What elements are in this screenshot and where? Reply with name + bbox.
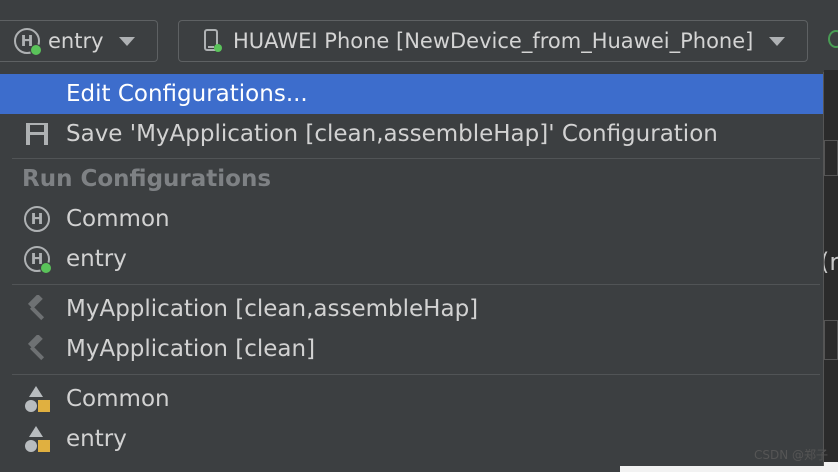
module-item-common[interactable]: Common: [0, 379, 823, 419]
run-status-icon[interactable]: [828, 30, 838, 48]
run-configuration-selector[interactable]: H entry: [0, 20, 158, 62]
menu-item-label: MyApplication [clean]: [66, 336, 316, 362]
menu-item-label: Save 'MyApplication [clean,assembleHap]'…: [66, 121, 718, 147]
device-label: HUAWEI Phone [NewDevice_from_Huawei_Phon…: [233, 29, 754, 53]
harmony-config-icon: H: [14, 28, 42, 56]
configurations-dropdown-menu: Edit Configurations... Save 'MyApplicati…: [0, 72, 824, 466]
watermark: CSDN @郑子: [754, 448, 829, 462]
run-configuration-label: entry: [48, 29, 104, 53]
menu-item-label: Common: [66, 386, 170, 412]
run-configurations-header: Run Configurations: [22, 166, 272, 192]
run-config-item-common[interactable]: H Common: [0, 199, 823, 239]
toolbar: H entry HUAWEI Phone [NewDevice_from_Hua…: [0, 0, 838, 70]
menu-separator: [12, 158, 820, 159]
task-item-clean[interactable]: MyApplication [clean]: [0, 329, 823, 369]
floppy-disk-icon: [22, 119, 52, 149]
module-shapes-icon: [22, 384, 52, 414]
module-item-entry[interactable]: entry: [0, 419, 823, 459]
editor-background-element: [824, 140, 838, 176]
device-selector[interactable]: HUAWEI Phone [NewDevice_from_Huawei_Phon…: [178, 20, 808, 62]
hammer-icon: [22, 294, 52, 324]
menu-item-label: Common: [66, 206, 170, 232]
harmony-h-icon: H: [22, 204, 52, 234]
menu-item-label: Edit Configurations...: [66, 81, 308, 107]
menu-item-label: MyApplication [clean,assembleHap]: [66, 296, 479, 322]
edit-configurations-item[interactable]: Edit Configurations...: [0, 74, 823, 114]
menu-item-label: entry: [66, 426, 127, 452]
menu-separator: [12, 374, 820, 375]
run-config-item-entry[interactable]: H entry: [0, 239, 823, 279]
task-item-clean-assemblehap[interactable]: MyApplication [clean,assembleHap]: [0, 289, 823, 329]
menu-item-label: entry: [66, 246, 127, 272]
chevron-down-icon: [119, 36, 135, 46]
harmony-h-icon: H: [22, 244, 52, 274]
module-shapes-icon: [22, 424, 52, 454]
chevron-down-icon: [769, 36, 785, 46]
save-configuration-item[interactable]: Save 'MyApplication [clean,assembleHap]'…: [0, 114, 823, 154]
phone-device-icon: [204, 29, 222, 52]
menu-separator: [12, 284, 820, 285]
editor-background-element: [824, 320, 838, 360]
hammer-icon: [22, 334, 52, 364]
